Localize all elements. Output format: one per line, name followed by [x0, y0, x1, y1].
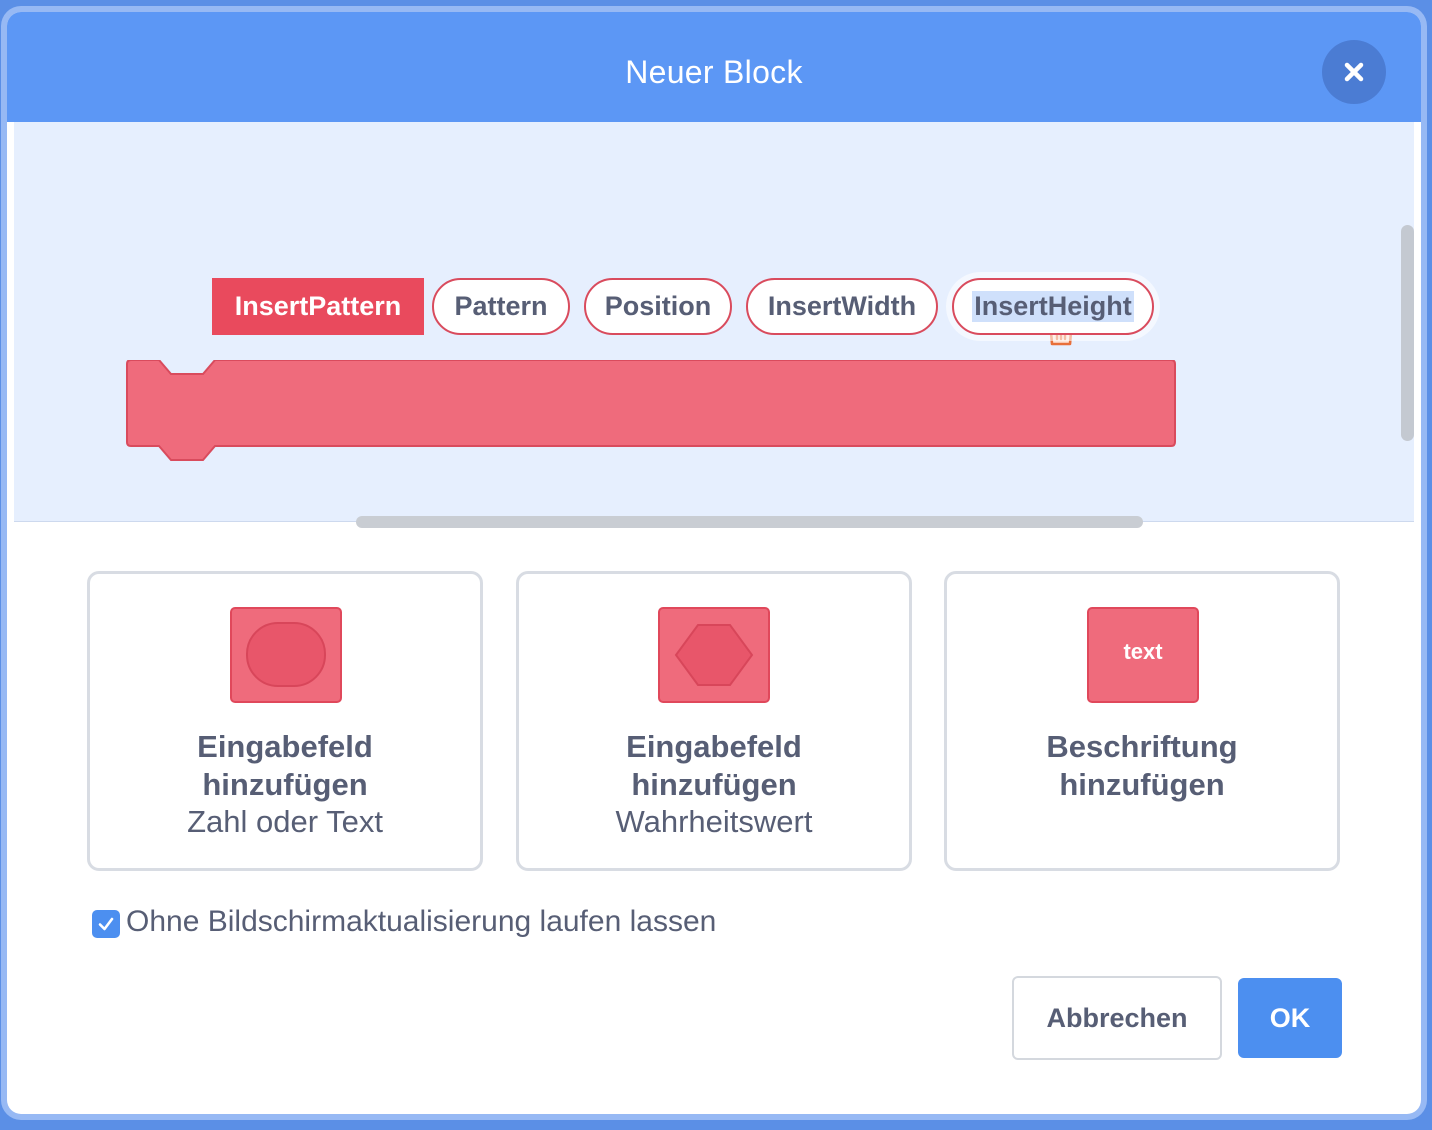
custom-block-shape[interactable] — [125, 360, 1177, 464]
cancel-button[interactable]: Abbrechen — [1012, 976, 1222, 1060]
dialog-title: Neuer Block — [625, 54, 803, 90]
close-icon — [1344, 62, 1364, 82]
add-label-button[interactable]: text Beschriftung hinzufügen — [944, 571, 1340, 871]
option-subtitle: Zahl oder Text — [187, 804, 383, 839]
option-title: Eingabefeld hinzufügen — [626, 729, 802, 802]
label-icon-text: text — [1123, 639, 1163, 664]
round-input-icon — [230, 607, 342, 703]
run-without-refresh-checkbox[interactable] — [92, 910, 120, 938]
argument-pattern[interactable]: Pattern — [432, 278, 570, 335]
argument-label: Position — [604, 291, 712, 321]
boolean-input-icon — [658, 607, 770, 703]
option-title: Beschriftung hinzufügen — [1046, 729, 1238, 802]
vertical-scrollbar[interactable] — [1401, 225, 1414, 441]
add-boolean-input-button[interactable]: Eingabefeld hinzufügen Wahrheitswert — [516, 571, 912, 871]
block-name-field[interactable]: InsertPattern — [212, 278, 424, 335]
argument-insertwidth[interactable]: InsertWidth — [746, 278, 938, 335]
argument-label: Pattern — [454, 291, 548, 321]
run-without-refresh-label[interactable]: Ohne Bildschirmaktualisierung laufen las… — [126, 905, 716, 939]
argument-label: InsertWidth — [767, 291, 917, 321]
ok-button[interactable]: OK — [1238, 978, 1342, 1058]
dialog-header: Neuer Block — [7, 12, 1421, 122]
checkmark-icon — [98, 917, 114, 931]
option-title: Eingabefeld hinzufügen — [197, 729, 373, 802]
argument-insertheight[interactable]: InsertHeight — [952, 278, 1154, 335]
option-subtitle: Wahrheitswert — [615, 804, 813, 839]
label-icon: text — [1087, 607, 1199, 703]
argument-label[interactable]: InsertHeight — [972, 291, 1134, 322]
close-button[interactable] — [1322, 40, 1386, 104]
custom-block-dialog: Neuer Block InsertPattern Pattern Positi… — [7, 12, 1421, 1114]
add-number-text-input-button[interactable]: Eingabefeld hinzufügen Zahl oder Text — [87, 571, 483, 871]
argument-position[interactable]: Position — [584, 278, 732, 335]
horizontal-scrollbar[interactable] — [356, 516, 1143, 528]
